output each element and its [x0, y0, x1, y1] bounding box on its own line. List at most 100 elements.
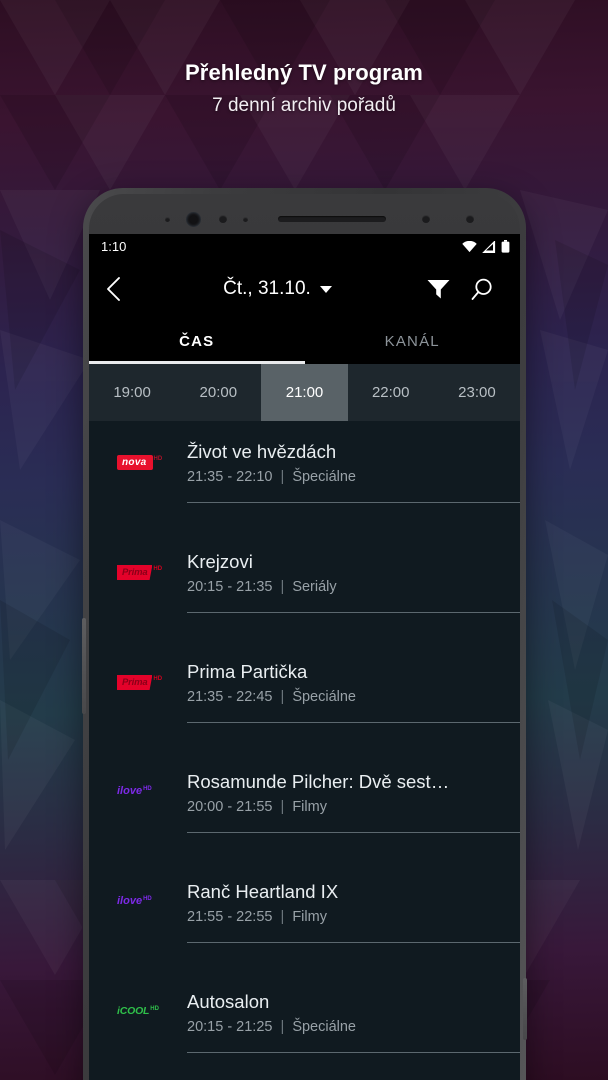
program-list: nova HD Život ve hvězdách 21:35 - 22:10 … [89, 421, 520, 1080]
channel-logo-icool[interactable]: iCOOL HD [117, 971, 181, 1017]
caret-down-icon [319, 285, 332, 293]
chevron-left-icon [107, 277, 120, 301]
program-genre: Filmy [292, 799, 327, 815]
time-slot-label: 21:00 [285, 384, 324, 401]
phone-screen: 1:10 Čt., 31.10. ČAS KANÁL 19:00 20:00 2… [89, 234, 520, 1080]
program-title: Autosalon [187, 991, 270, 1012]
program-meta: Život ve hvězdách 21:35 - 22:10 | Špeciá… [181, 421, 520, 531]
row-divider [187, 1052, 520, 1053]
channel-hd-badge: HD [153, 566, 163, 572]
program-title: Život ve hvězdách [187, 441, 337, 462]
program-time: 20:00 - 21:55 [187, 799, 273, 815]
channel-logo: ilove HD [117, 895, 152, 907]
program-genre: Filmy [292, 909, 327, 925]
filter-icon [427, 280, 449, 299]
program-title: Krejzovi [187, 551, 253, 572]
time-slot-strip[interactable]: 19:00 20:00 21:00 22:00 23:00 [89, 364, 520, 421]
program-separator: | [280, 909, 285, 925]
channel-logo-prima[interactable]: Prima HD [117, 641, 181, 690]
phone-bezel: 1:10 Čt., 31.10. ČAS KANÁL 19:00 20:00 2… [89, 194, 520, 1080]
search-button[interactable] [460, 277, 504, 302]
promo-subheadline: 7 denní archiv pořadů [212, 95, 396, 116]
status-bar-icons [462, 240, 510, 253]
front-camera-icon [186, 211, 201, 227]
program-row[interactable]: iCOOL HD Autosalon 20:15 - 21:25 | Špeci… [89, 971, 520, 1080]
status-bar-clock: 1:10 [101, 239, 127, 254]
row-spacer [187, 503, 510, 531]
battery-icon [501, 240, 510, 253]
ir-sensor-icon [243, 216, 248, 222]
channel-logo-nova[interactable]: nova HD [117, 421, 181, 470]
program-time: 21:35 - 22:10 [187, 469, 273, 485]
program-subline: 21:35 - 22:45 | Špeciálne [187, 689, 510, 705]
program-meta: Ranč Heartland IX 21:55 - 22:55 | Filmy [181, 861, 520, 971]
secondary-camera-icon [422, 215, 430, 223]
time-slot-2000[interactable]: 20:00 [175, 364, 261, 421]
channel-logo-text: Prima [117, 565, 153, 580]
channel-logo-text: Prima [117, 675, 153, 690]
channel-logo-text: iCOOL [117, 1005, 150, 1017]
filter-button[interactable] [416, 277, 460, 301]
row-divider [187, 942, 520, 943]
time-slot-2300[interactable]: 23:00 [434, 364, 520, 421]
program-row[interactable]: nova HD Život ve hvězdách 21:35 - 22:10 … [89, 421, 520, 531]
promo-headline: Přehledný TV program [185, 60, 423, 85]
channel-hd-badge: HD [153, 456, 163, 462]
program-subline: 20:15 - 21:25 | Špeciálne [187, 1019, 510, 1035]
app-bar: Čt., 31.10. [89, 259, 520, 319]
channel-logo-text: nova [117, 455, 153, 470]
search-icon [471, 278, 492, 300]
channel-logo-ilove[interactable]: ilove HD [117, 751, 181, 797]
program-meta: Rosamunde Pilcher: Dvě sest… 20:00 - 21:… [181, 751, 520, 861]
program-row[interactable]: Prima HD Prima Partička 21:35 - 22:45 | … [89, 641, 520, 751]
program-genre: Špeciálne [292, 1019, 356, 1035]
program-separator: | [280, 469, 285, 485]
time-slot-label: 23:00 [458, 384, 496, 401]
program-title: Rosamunde Pilcher: Dvě sest… [187, 771, 450, 792]
channel-logo: ilove HD [117, 785, 152, 797]
date-selector[interactable]: Čt., 31.10. [139, 278, 416, 300]
power-button[interactable] [523, 978, 527, 1040]
channel-logo-text: ilove [117, 785, 143, 797]
program-genre: Špeciálne [292, 689, 356, 705]
volume-button[interactable] [82, 618, 86, 714]
channel-logo: Prima HD [117, 565, 162, 580]
program-subline: 21:35 - 22:10 | Špeciálne [187, 469, 510, 485]
status-bar: 1:10 [89, 234, 520, 259]
phone-mockup: 1:10 Čt., 31.10. ČAS KANÁL 19:00 20:00 2… [82, 188, 527, 1080]
channel-logo-text: ilove [117, 895, 143, 907]
channel-hd-badge: HD [150, 1006, 159, 1012]
tab-channel-label: KANÁL [384, 333, 440, 350]
time-slot-label: 19:00 [113, 384, 151, 401]
program-subline: 20:00 - 21:55 | Filmy [187, 799, 510, 815]
row-divider [187, 612, 520, 613]
tab-channel[interactable]: KANÁL [305, 319, 521, 364]
row-divider [187, 502, 520, 503]
channel-logo: nova HD [117, 455, 162, 470]
channel-hd-badge: HD [153, 676, 163, 682]
back-button[interactable] [105, 276, 139, 302]
program-row[interactable]: ilove HD Rosamunde Pilcher: Dvě sest… 20… [89, 751, 520, 861]
time-slot-label: 20:00 [199, 384, 238, 401]
row-spacer [187, 833, 510, 861]
time-slot-2200[interactable]: 22:00 [348, 364, 434, 421]
channel-logo: iCOOL HD [117, 1005, 159, 1017]
time-slot-2100-selected[interactable]: 21:00 [261, 364, 348, 421]
channel-logo: Prima HD [117, 675, 162, 690]
row-spacer [187, 613, 510, 641]
program-row[interactable]: Prima HD Krejzovi 20:15 - 21:35 | Seriál… [89, 531, 520, 641]
time-slot-1900[interactable]: 19:00 [89, 364, 175, 421]
tab-time[interactable]: ČAS [89, 319, 305, 364]
channel-logo-ilove[interactable]: ilove HD [117, 861, 181, 907]
row-spacer [187, 943, 510, 971]
earpiece-speaker [278, 216, 386, 222]
channel-hd-badge: HD [143, 896, 152, 902]
time-slot-label: 22:00 [371, 384, 410, 401]
program-genre: Seriály [292, 579, 337, 595]
tab-time-label: ČAS [179, 333, 215, 350]
program-row[interactable]: ilove HD Ranč Heartland IX 21:55 - 22:55… [89, 861, 520, 971]
program-time: 21:35 - 22:45 [187, 689, 273, 705]
channel-logo-prima[interactable]: Prima HD [117, 531, 181, 580]
wifi-icon [462, 240, 477, 252]
program-meta: Autosalon 20:15 - 21:25 | Špeciálne [181, 971, 520, 1080]
